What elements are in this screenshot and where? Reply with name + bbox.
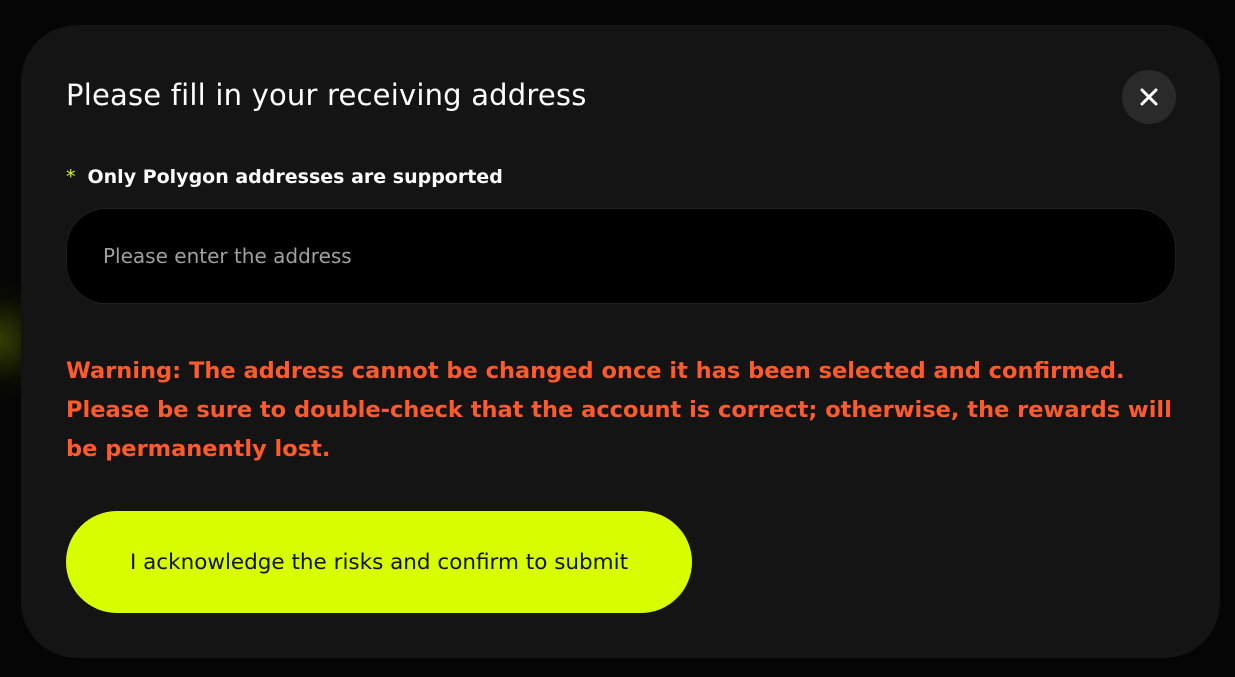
modal-title: Please fill in your receiving address bbox=[66, 78, 587, 112]
address-input[interactable] bbox=[66, 208, 1176, 304]
address-label-text: Only Polygon addresses are supported bbox=[87, 166, 503, 188]
warning-message: Warning: The address cannot be changed o… bbox=[66, 358, 1172, 462]
required-asterisk: * bbox=[66, 166, 76, 188]
address-field-label: * Only Polygon addresses are supported bbox=[66, 166, 503, 188]
close-icon bbox=[1140, 88, 1158, 106]
address-modal: Please fill in your receiving address * O… bbox=[21, 25, 1220, 658]
confirm-submit-button[interactable]: I acknowledge the risks and confirm to s… bbox=[66, 511, 692, 613]
close-button[interactable] bbox=[1122, 70, 1176, 124]
